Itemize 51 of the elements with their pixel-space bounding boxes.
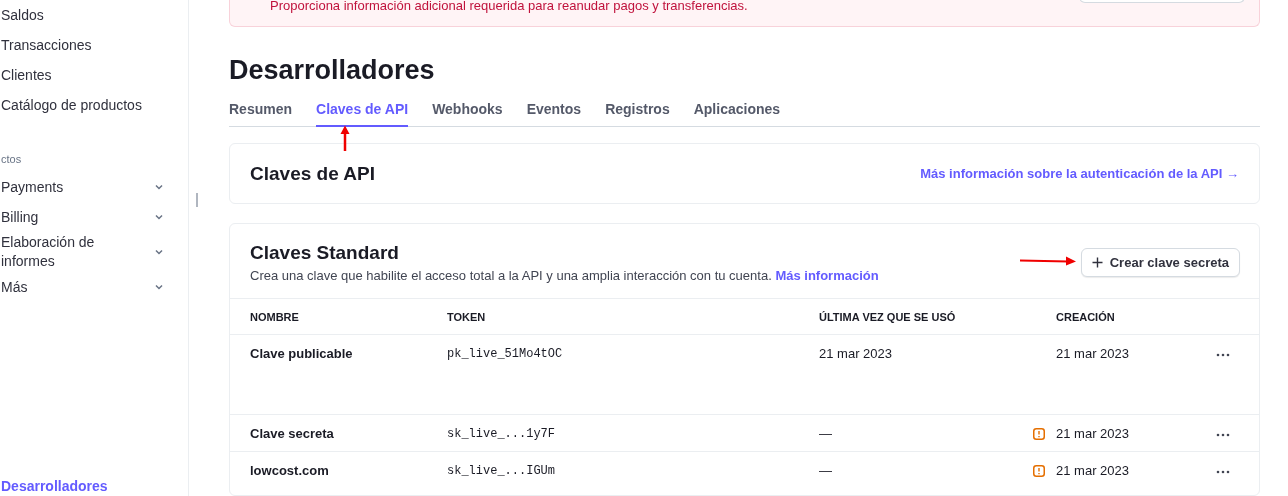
page-title: Desarrolladores (229, 54, 436, 86)
card-title: Claves de API (250, 162, 375, 185)
plus-icon (1091, 257, 1103, 268)
more-icon[interactable] (1216, 353, 1230, 357)
more-icon[interactable] (1216, 433, 1230, 437)
alert-text: Proporciona información adicional requerida para reanudar pagos y transferencias. (270, 0, 748, 13)
card-description: Crea una clave que habilite el acceso total a la API y una amplia interacción con tu cuenta. Más información (250, 268, 879, 283)
docs-link[interactable]: Más información sobre la autenticación de la API → (920, 166, 1239, 181)
tab[interactable]: Eventos (526, 98, 582, 127)
table-cell: 21 mar 2023 (819, 346, 892, 361)
sidebar-item[interactable]: Desarrolladores (0, 478, 188, 496)
table-cell: sk_live_...IGUm (447, 463, 556, 478)
annotation-arrow (1020, 256, 1076, 266)
table-cell: 21 mar 2023 (1056, 426, 1129, 441)
sidebar-item[interactable]: Saldos (0, 0, 188, 30)
resize-handle[interactable] (196, 193, 198, 207)
sidebar-item[interactable]: Elaboración de informes (0, 232, 188, 272)
more-info-link[interactable]: Más información (775, 268, 879, 283)
sidebar-item[interactable]: Más (0, 272, 188, 302)
sidebar-item[interactable]: Payments (0, 172, 188, 202)
table-cell: sk_live_...1y7F (447, 426, 556, 441)
tab[interactable]: Resumen (229, 98, 293, 127)
chevron-down-icon (154, 182, 164, 192)
chevron-down-icon (154, 282, 164, 292)
create-secret-key-button[interactable]: Crear clave secreta (1080, 248, 1240, 277)
column-header: NOMBRE (250, 310, 300, 323)
sidebar-item[interactable]: Billing (0, 202, 188, 232)
table-cell: — (819, 463, 832, 478)
card-title: Claves Standard (250, 242, 400, 264)
more-icon[interactable] (1216, 470, 1230, 474)
sidebar-item[interactable]: Catálogo de productos (0, 90, 188, 120)
table-cell: — (819, 426, 832, 441)
table-cell: 21 mar 2023 (1056, 463, 1129, 478)
table-cell: Clave secreta (250, 426, 334, 441)
column-header: ÚLTIMA VEZ QUE SE USÓ (819, 310, 957, 323)
tab[interactable]: Registros (605, 98, 670, 127)
column-header: TOKEN (447, 310, 487, 323)
tab[interactable]: Webhooks (432, 98, 503, 127)
annotation-arrow (340, 125, 350, 151)
table-cell: pk_live_51Mo4tOC (447, 346, 563, 361)
sidebar-section-label: ctos (0, 152, 23, 167)
sidebar-item[interactable]: Transacciones (0, 30, 188, 60)
chevron-down-icon (154, 212, 164, 222)
tab[interactable]: Claves de API (316, 98, 409, 127)
sidebar-item[interactable]: Clientes (0, 60, 188, 90)
tab[interactable]: Aplicaciones (693, 98, 781, 127)
table-cell: lowcost.com (250, 463, 329, 478)
table-cell: 21 mar 2023 (1056, 346, 1129, 361)
chevron-down-icon (154, 247, 164, 257)
column-header: CREACIÓN (1056, 310, 1116, 323)
table-cell: Clave publicable (250, 346, 353, 361)
